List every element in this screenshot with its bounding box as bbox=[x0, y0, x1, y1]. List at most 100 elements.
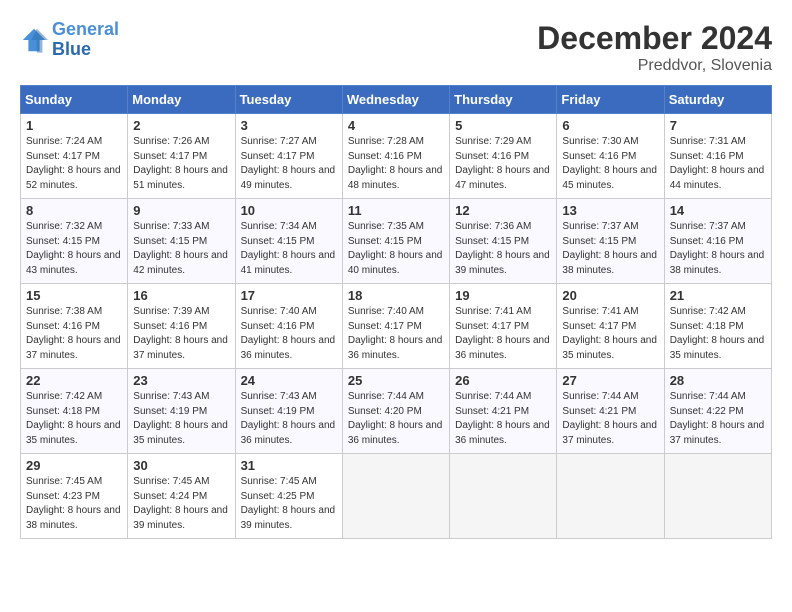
calendar-cell: 7 Sunrise: 7:31 AMSunset: 4:16 PMDayligh… bbox=[664, 114, 771, 199]
day-info: Sunrise: 7:29 AMSunset: 4:16 PMDaylight:… bbox=[455, 135, 551, 193]
location: Preddvor, Slovenia bbox=[537, 57, 772, 75]
day-number: 6 bbox=[562, 118, 658, 133]
calendar-cell: 21 Sunrise: 7:42 AMSunset: 4:18 PMDaylig… bbox=[664, 284, 771, 369]
day-info: Sunrise: 7:32 AMSunset: 4:15 PMDaylight:… bbox=[26, 220, 122, 278]
day-number: 11 bbox=[348, 203, 444, 218]
day-info: Sunrise: 7:42 AMSunset: 4:18 PMDaylight:… bbox=[26, 390, 122, 448]
calendar-cell: 10 Sunrise: 7:34 AMSunset: 4:15 PMDaylig… bbox=[235, 199, 342, 284]
day-info: Sunrise: 7:44 AMSunset: 4:21 PMDaylight:… bbox=[455, 390, 551, 448]
weekday-header: Monday bbox=[128, 86, 235, 114]
weekday-header: Saturday bbox=[664, 86, 771, 114]
day-info: Sunrise: 7:42 AMSunset: 4:18 PMDaylight:… bbox=[670, 305, 766, 363]
day-info: Sunrise: 7:45 AMSunset: 4:23 PMDaylight:… bbox=[26, 475, 122, 533]
calendar-cell: 1 Sunrise: 7:24 AMSunset: 4:17 PMDayligh… bbox=[21, 114, 128, 199]
calendar-cell: 25 Sunrise: 7:44 AMSunset: 4:20 PMDaylig… bbox=[342, 369, 449, 454]
calendar-body: 1 Sunrise: 7:24 AMSunset: 4:17 PMDayligh… bbox=[21, 114, 772, 539]
calendar-cell: 28 Sunrise: 7:44 AMSunset: 4:22 PMDaylig… bbox=[664, 369, 771, 454]
day-number: 13 bbox=[562, 203, 658, 218]
day-number: 20 bbox=[562, 288, 658, 303]
day-number: 26 bbox=[455, 373, 551, 388]
day-info: Sunrise: 7:43 AMSunset: 4:19 PMDaylight:… bbox=[241, 390, 337, 448]
day-number: 9 bbox=[133, 203, 229, 218]
day-number: 5 bbox=[455, 118, 551, 133]
calendar-row: 22 Sunrise: 7:42 AMSunset: 4:18 PMDaylig… bbox=[21, 369, 772, 454]
day-info: Sunrise: 7:43 AMSunset: 4:19 PMDaylight:… bbox=[133, 390, 229, 448]
day-info: Sunrise: 7:44 AMSunset: 4:22 PMDaylight:… bbox=[670, 390, 766, 448]
weekday-header: Friday bbox=[557, 86, 664, 114]
day-number: 16 bbox=[133, 288, 229, 303]
day-number: 14 bbox=[670, 203, 766, 218]
day-info: Sunrise: 7:40 AMSunset: 4:16 PMDaylight:… bbox=[241, 305, 337, 363]
calendar-row: 15 Sunrise: 7:38 AMSunset: 4:16 PMDaylig… bbox=[21, 284, 772, 369]
calendar-cell bbox=[557, 454, 664, 539]
month-title: December 2024 bbox=[537, 20, 772, 57]
day-info: Sunrise: 7:45 AMSunset: 4:25 PMDaylight:… bbox=[241, 475, 337, 533]
day-info: Sunrise: 7:24 AMSunset: 4:17 PMDaylight:… bbox=[26, 135, 122, 193]
calendar-cell: 18 Sunrise: 7:40 AMSunset: 4:17 PMDaylig… bbox=[342, 284, 449, 369]
day-number: 2 bbox=[133, 118, 229, 133]
logo-text: General Blue bbox=[52, 20, 119, 60]
calendar-header-row: SundayMondayTuesdayWednesdayThursdayFrid… bbox=[21, 86, 772, 114]
calendar-cell: 8 Sunrise: 7:32 AMSunset: 4:15 PMDayligh… bbox=[21, 199, 128, 284]
day-info: Sunrise: 7:45 AMSunset: 4:24 PMDaylight:… bbox=[133, 475, 229, 533]
calendar-row: 1 Sunrise: 7:24 AMSunset: 4:17 PMDayligh… bbox=[21, 114, 772, 199]
day-info: Sunrise: 7:37 AMSunset: 4:15 PMDaylight:… bbox=[562, 220, 658, 278]
calendar-cell: 15 Sunrise: 7:38 AMSunset: 4:16 PMDaylig… bbox=[21, 284, 128, 369]
calendar-cell: 31 Sunrise: 7:45 AMSunset: 4:25 PMDaylig… bbox=[235, 454, 342, 539]
day-number: 24 bbox=[241, 373, 337, 388]
day-number: 19 bbox=[455, 288, 551, 303]
calendar-cell: 5 Sunrise: 7:29 AMSunset: 4:16 PMDayligh… bbox=[450, 114, 557, 199]
weekday-header: Tuesday bbox=[235, 86, 342, 114]
day-number: 12 bbox=[455, 203, 551, 218]
calendar-cell: 24 Sunrise: 7:43 AMSunset: 4:19 PMDaylig… bbox=[235, 369, 342, 454]
day-info: Sunrise: 7:28 AMSunset: 4:16 PMDaylight:… bbox=[348, 135, 444, 193]
page-header: General Blue December 2024 Preddvor, Slo… bbox=[20, 20, 772, 75]
day-info: Sunrise: 7:33 AMSunset: 4:15 PMDaylight:… bbox=[133, 220, 229, 278]
calendar-cell: 30 Sunrise: 7:45 AMSunset: 4:24 PMDaylig… bbox=[128, 454, 235, 539]
day-info: Sunrise: 7:26 AMSunset: 4:17 PMDaylight:… bbox=[133, 135, 229, 193]
logo-icon bbox=[20, 26, 48, 54]
calendar-cell: 23 Sunrise: 7:43 AMSunset: 4:19 PMDaylig… bbox=[128, 369, 235, 454]
calendar-cell: 29 Sunrise: 7:45 AMSunset: 4:23 PMDaylig… bbox=[21, 454, 128, 539]
day-info: Sunrise: 7:34 AMSunset: 4:15 PMDaylight:… bbox=[241, 220, 337, 278]
day-number: 22 bbox=[26, 373, 122, 388]
calendar-cell: 12 Sunrise: 7:36 AMSunset: 4:15 PMDaylig… bbox=[450, 199, 557, 284]
day-info: Sunrise: 7:31 AMSunset: 4:16 PMDaylight:… bbox=[670, 135, 766, 193]
calendar-cell: 4 Sunrise: 7:28 AMSunset: 4:16 PMDayligh… bbox=[342, 114, 449, 199]
day-number: 10 bbox=[241, 203, 337, 218]
calendar-cell: 11 Sunrise: 7:35 AMSunset: 4:15 PMDaylig… bbox=[342, 199, 449, 284]
calendar-cell: 17 Sunrise: 7:40 AMSunset: 4:16 PMDaylig… bbox=[235, 284, 342, 369]
calendar-cell: 16 Sunrise: 7:39 AMSunset: 4:16 PMDaylig… bbox=[128, 284, 235, 369]
day-info: Sunrise: 7:30 AMSunset: 4:16 PMDaylight:… bbox=[562, 135, 658, 193]
day-info: Sunrise: 7:41 AMSunset: 4:17 PMDaylight:… bbox=[455, 305, 551, 363]
day-number: 28 bbox=[670, 373, 766, 388]
day-info: Sunrise: 7:38 AMSunset: 4:16 PMDaylight:… bbox=[26, 305, 122, 363]
day-number: 7 bbox=[670, 118, 766, 133]
calendar-cell: 3 Sunrise: 7:27 AMSunset: 4:17 PMDayligh… bbox=[235, 114, 342, 199]
day-number: 4 bbox=[348, 118, 444, 133]
calendar-cell bbox=[450, 454, 557, 539]
calendar-cell: 22 Sunrise: 7:42 AMSunset: 4:18 PMDaylig… bbox=[21, 369, 128, 454]
calendar-table: SundayMondayTuesdayWednesdayThursdayFrid… bbox=[20, 85, 772, 539]
day-number: 18 bbox=[348, 288, 444, 303]
day-info: Sunrise: 7:39 AMSunset: 4:16 PMDaylight:… bbox=[133, 305, 229, 363]
weekday-header: Sunday bbox=[21, 86, 128, 114]
calendar-row: 8 Sunrise: 7:32 AMSunset: 4:15 PMDayligh… bbox=[21, 199, 772, 284]
calendar-cell: 9 Sunrise: 7:33 AMSunset: 4:15 PMDayligh… bbox=[128, 199, 235, 284]
day-number: 21 bbox=[670, 288, 766, 303]
day-number: 17 bbox=[241, 288, 337, 303]
day-number: 3 bbox=[241, 118, 337, 133]
calendar-cell: 6 Sunrise: 7:30 AMSunset: 4:16 PMDayligh… bbox=[557, 114, 664, 199]
day-number: 15 bbox=[26, 288, 122, 303]
day-number: 30 bbox=[133, 458, 229, 473]
title-block: December 2024 Preddvor, Slovenia bbox=[537, 20, 772, 75]
day-info: Sunrise: 7:27 AMSunset: 4:17 PMDaylight:… bbox=[241, 135, 337, 193]
day-number: 29 bbox=[26, 458, 122, 473]
logo: General Blue bbox=[20, 20, 119, 60]
calendar-row: 29 Sunrise: 7:45 AMSunset: 4:23 PMDaylig… bbox=[21, 454, 772, 539]
calendar-cell bbox=[342, 454, 449, 539]
day-number: 31 bbox=[241, 458, 337, 473]
calendar-cell: 26 Sunrise: 7:44 AMSunset: 4:21 PMDaylig… bbox=[450, 369, 557, 454]
weekday-header: Thursday bbox=[450, 86, 557, 114]
day-info: Sunrise: 7:44 AMSunset: 4:20 PMDaylight:… bbox=[348, 390, 444, 448]
